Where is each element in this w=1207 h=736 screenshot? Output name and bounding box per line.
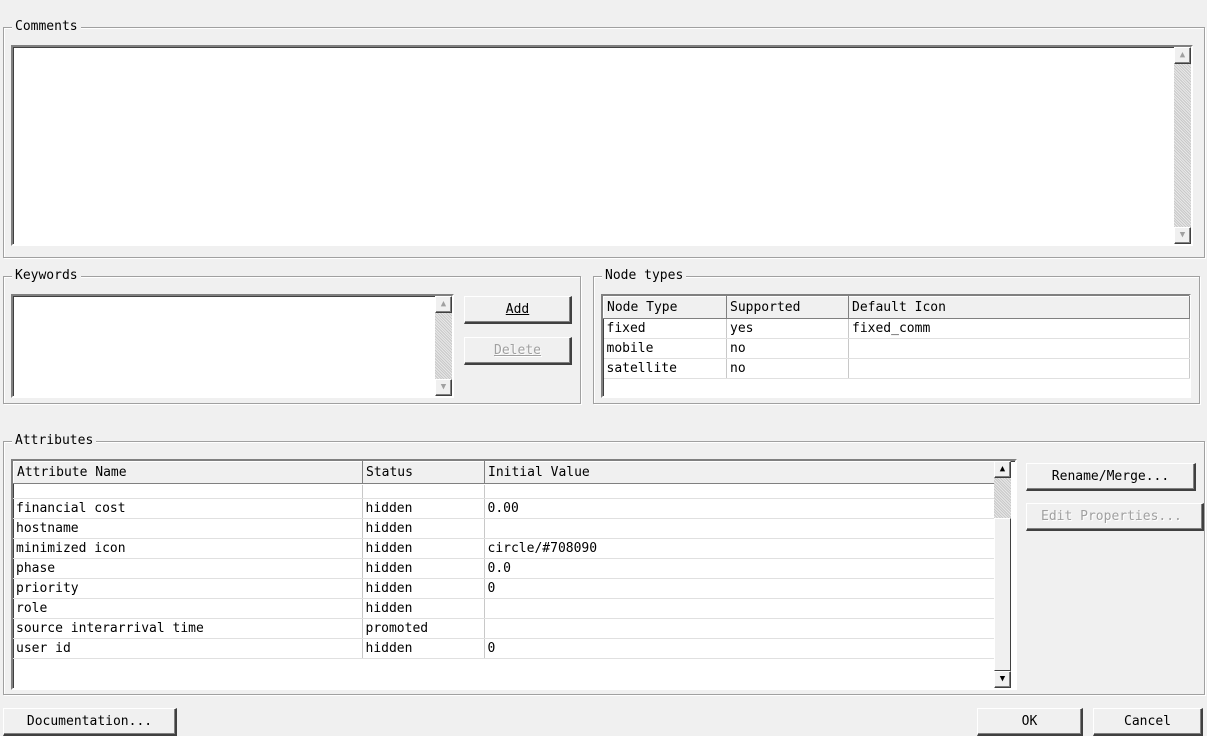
add-keyword-button[interactable]: Add: [464, 296, 572, 324]
attribute-name-cell: phase: [13, 558, 363, 579]
attribute-name-cell: minimized icon: [13, 538, 363, 559]
table-row[interactable]: user id hidden 0: [13, 638, 994, 659]
node-type-cell: mobile: [603, 338, 727, 359]
attributes-rows: financial cost hidden 0.00 hostname hidd…: [13, 485, 994, 659]
column-header-node-type[interactable]: Node Type: [603, 296, 727, 319]
attribute-name-cell: priority: [13, 578, 363, 599]
node-types-label: Node types: [602, 268, 687, 284]
column-header-attribute-name[interactable]: Attribute Name: [13, 461, 363, 484]
attributes-rows-viewport: financial cost hidden 0.00 hostname hidd…: [13, 485, 994, 688]
default-icon-cell[interactable]: [848, 338, 1190, 359]
supported-cell[interactable]: no: [726, 338, 849, 359]
comments-label: Comments: [12, 19, 81, 35]
table-row[interactable]: satellite no: [603, 358, 1190, 379]
attributes-table-frame: Attribute Name Status Initial Value fina…: [11, 459, 1017, 690]
scroll-thumb[interactable]: [994, 518, 1011, 671]
keywords-scrollbar[interactable]: ▲ ▼: [435, 296, 452, 396]
table-row[interactable]: fixed yes fixed_comm: [603, 318, 1190, 339]
initial-value-cell[interactable]: [484, 598, 994, 619]
documentation-label: Documentation...: [26, 714, 153, 729]
table-row[interactable]: source interarrival time promoted: [13, 618, 994, 639]
comments-scrollbar[interactable]: ▲ ▼: [1174, 47, 1191, 244]
supported-cell[interactable]: no: [726, 358, 849, 379]
attributes-label: Attributes: [12, 433, 97, 449]
scroll-up-icon[interactable]: ▲: [435, 296, 452, 313]
node-type-cell: fixed: [603, 318, 727, 339]
status-cell[interactable]: hidden: [362, 538, 485, 559]
initial-value-cell[interactable]: 0.00: [484, 498, 994, 519]
scroll-down-icon[interactable]: ▼: [994, 671, 1011, 688]
edit-properties-label: Edit Properties...: [1041, 509, 1182, 524]
column-header-default-icon[interactable]: Default Icon: [848, 296, 1190, 319]
status-cell[interactable]: hidden: [362, 638, 485, 659]
attribute-name-cell: source interarrival time: [13, 618, 363, 639]
status-cell: [362, 485, 485, 499]
supported-cell[interactable]: yes: [726, 318, 849, 339]
attributes-scrollbar[interactable]: ▲ ▼: [994, 461, 1011, 688]
initial-value-cell[interactable]: circle/#708090: [484, 538, 994, 559]
attributes-table: Attribute Name Status Initial Value: [13, 461, 995, 484]
delete-keyword-button[interactable]: Delete: [464, 337, 572, 365]
status-cell[interactable]: hidden: [362, 578, 485, 599]
table-row[interactable]: [13, 485, 994, 499]
scroll-track[interactable]: [994, 478, 1011, 518]
attribute-name-cell: [13, 485, 363, 499]
node-types-table-frame: Node Type Supported Default Icon fixed y…: [601, 294, 1191, 398]
initial-value-cell[interactable]: [484, 618, 994, 639]
initial-value-cell[interactable]: 0.0: [484, 558, 994, 579]
delete-button-label: Delete: [494, 343, 541, 358]
edit-properties-button[interactable]: Edit Properties...: [1026, 503, 1204, 531]
column-header-initial-value[interactable]: Initial Value: [484, 461, 995, 484]
scroll-down-icon[interactable]: ▼: [435, 379, 452, 396]
initial-value-cell: [484, 485, 994, 499]
column-header-supported[interactable]: Supported: [726, 296, 849, 319]
attributes-header: Attribute Name Status Initial Value: [13, 461, 995, 484]
status-cell[interactable]: hidden: [362, 518, 485, 539]
initial-value-cell[interactable]: 0: [484, 638, 994, 659]
default-icon-cell[interactable]: [848, 358, 1190, 379]
keywords-list[interactable]: ▲ ▼: [11, 294, 454, 398]
initial-value-cell[interactable]: 0: [484, 578, 994, 599]
column-header-status[interactable]: Status: [362, 461, 485, 484]
table-row[interactable]: role hidden: [13, 598, 994, 619]
table-row[interactable]: financial cost hidden 0.00: [13, 498, 994, 519]
attribute-name-cell: financial cost: [13, 498, 363, 519]
rename-merge-label: Rename/Merge...: [1051, 469, 1170, 484]
documentation-button[interactable]: Documentation...: [3, 708, 177, 736]
attribute-name-cell: hostname: [13, 518, 363, 539]
scroll-up-icon[interactable]: ▲: [994, 461, 1011, 478]
status-cell[interactable]: promoted: [362, 618, 485, 639]
ok-button[interactable]: OK: [977, 708, 1083, 736]
keywords-label: Keywords: [12, 268, 81, 284]
table-row[interactable]: hostname hidden: [13, 518, 994, 539]
table-row[interactable]: priority hidden 0: [13, 578, 994, 599]
table-row[interactable]: minimized icon hidden circle/#708090: [13, 538, 994, 559]
node-types-header: Node Type Supported Default Icon: [603, 296, 1190, 319]
rename-merge-button[interactable]: Rename/Merge...: [1026, 463, 1196, 491]
table-row[interactable]: mobile no: [603, 338, 1190, 359]
initial-value-cell[interactable]: [484, 518, 994, 539]
node-types-table: Node Type Supported Default Icon fixed y…: [603, 296, 1190, 379]
ok-label: OK: [1021, 714, 1038, 729]
node-type-cell: satellite: [603, 358, 727, 379]
status-cell[interactable]: hidden: [362, 598, 485, 619]
status-cell[interactable]: hidden: [362, 558, 485, 579]
cancel-label: Cancel: [1124, 714, 1171, 729]
status-cell[interactable]: hidden: [362, 498, 485, 519]
attribute-name-cell: user id: [13, 638, 363, 659]
table-row[interactable]: phase hidden 0.0: [13, 558, 994, 579]
comments-textarea[interactable]: ▲ ▼: [11, 45, 1193, 246]
cancel-button[interactable]: Cancel: [1093, 708, 1203, 736]
attribute-name-cell: role: [13, 598, 363, 619]
default-icon-cell[interactable]: fixed_comm: [848, 318, 1190, 339]
scroll-up-icon[interactable]: ▲: [1174, 47, 1191, 64]
add-button-label: Add: [505, 302, 530, 317]
scroll-down-icon[interactable]: ▼: [1174, 227, 1191, 244]
